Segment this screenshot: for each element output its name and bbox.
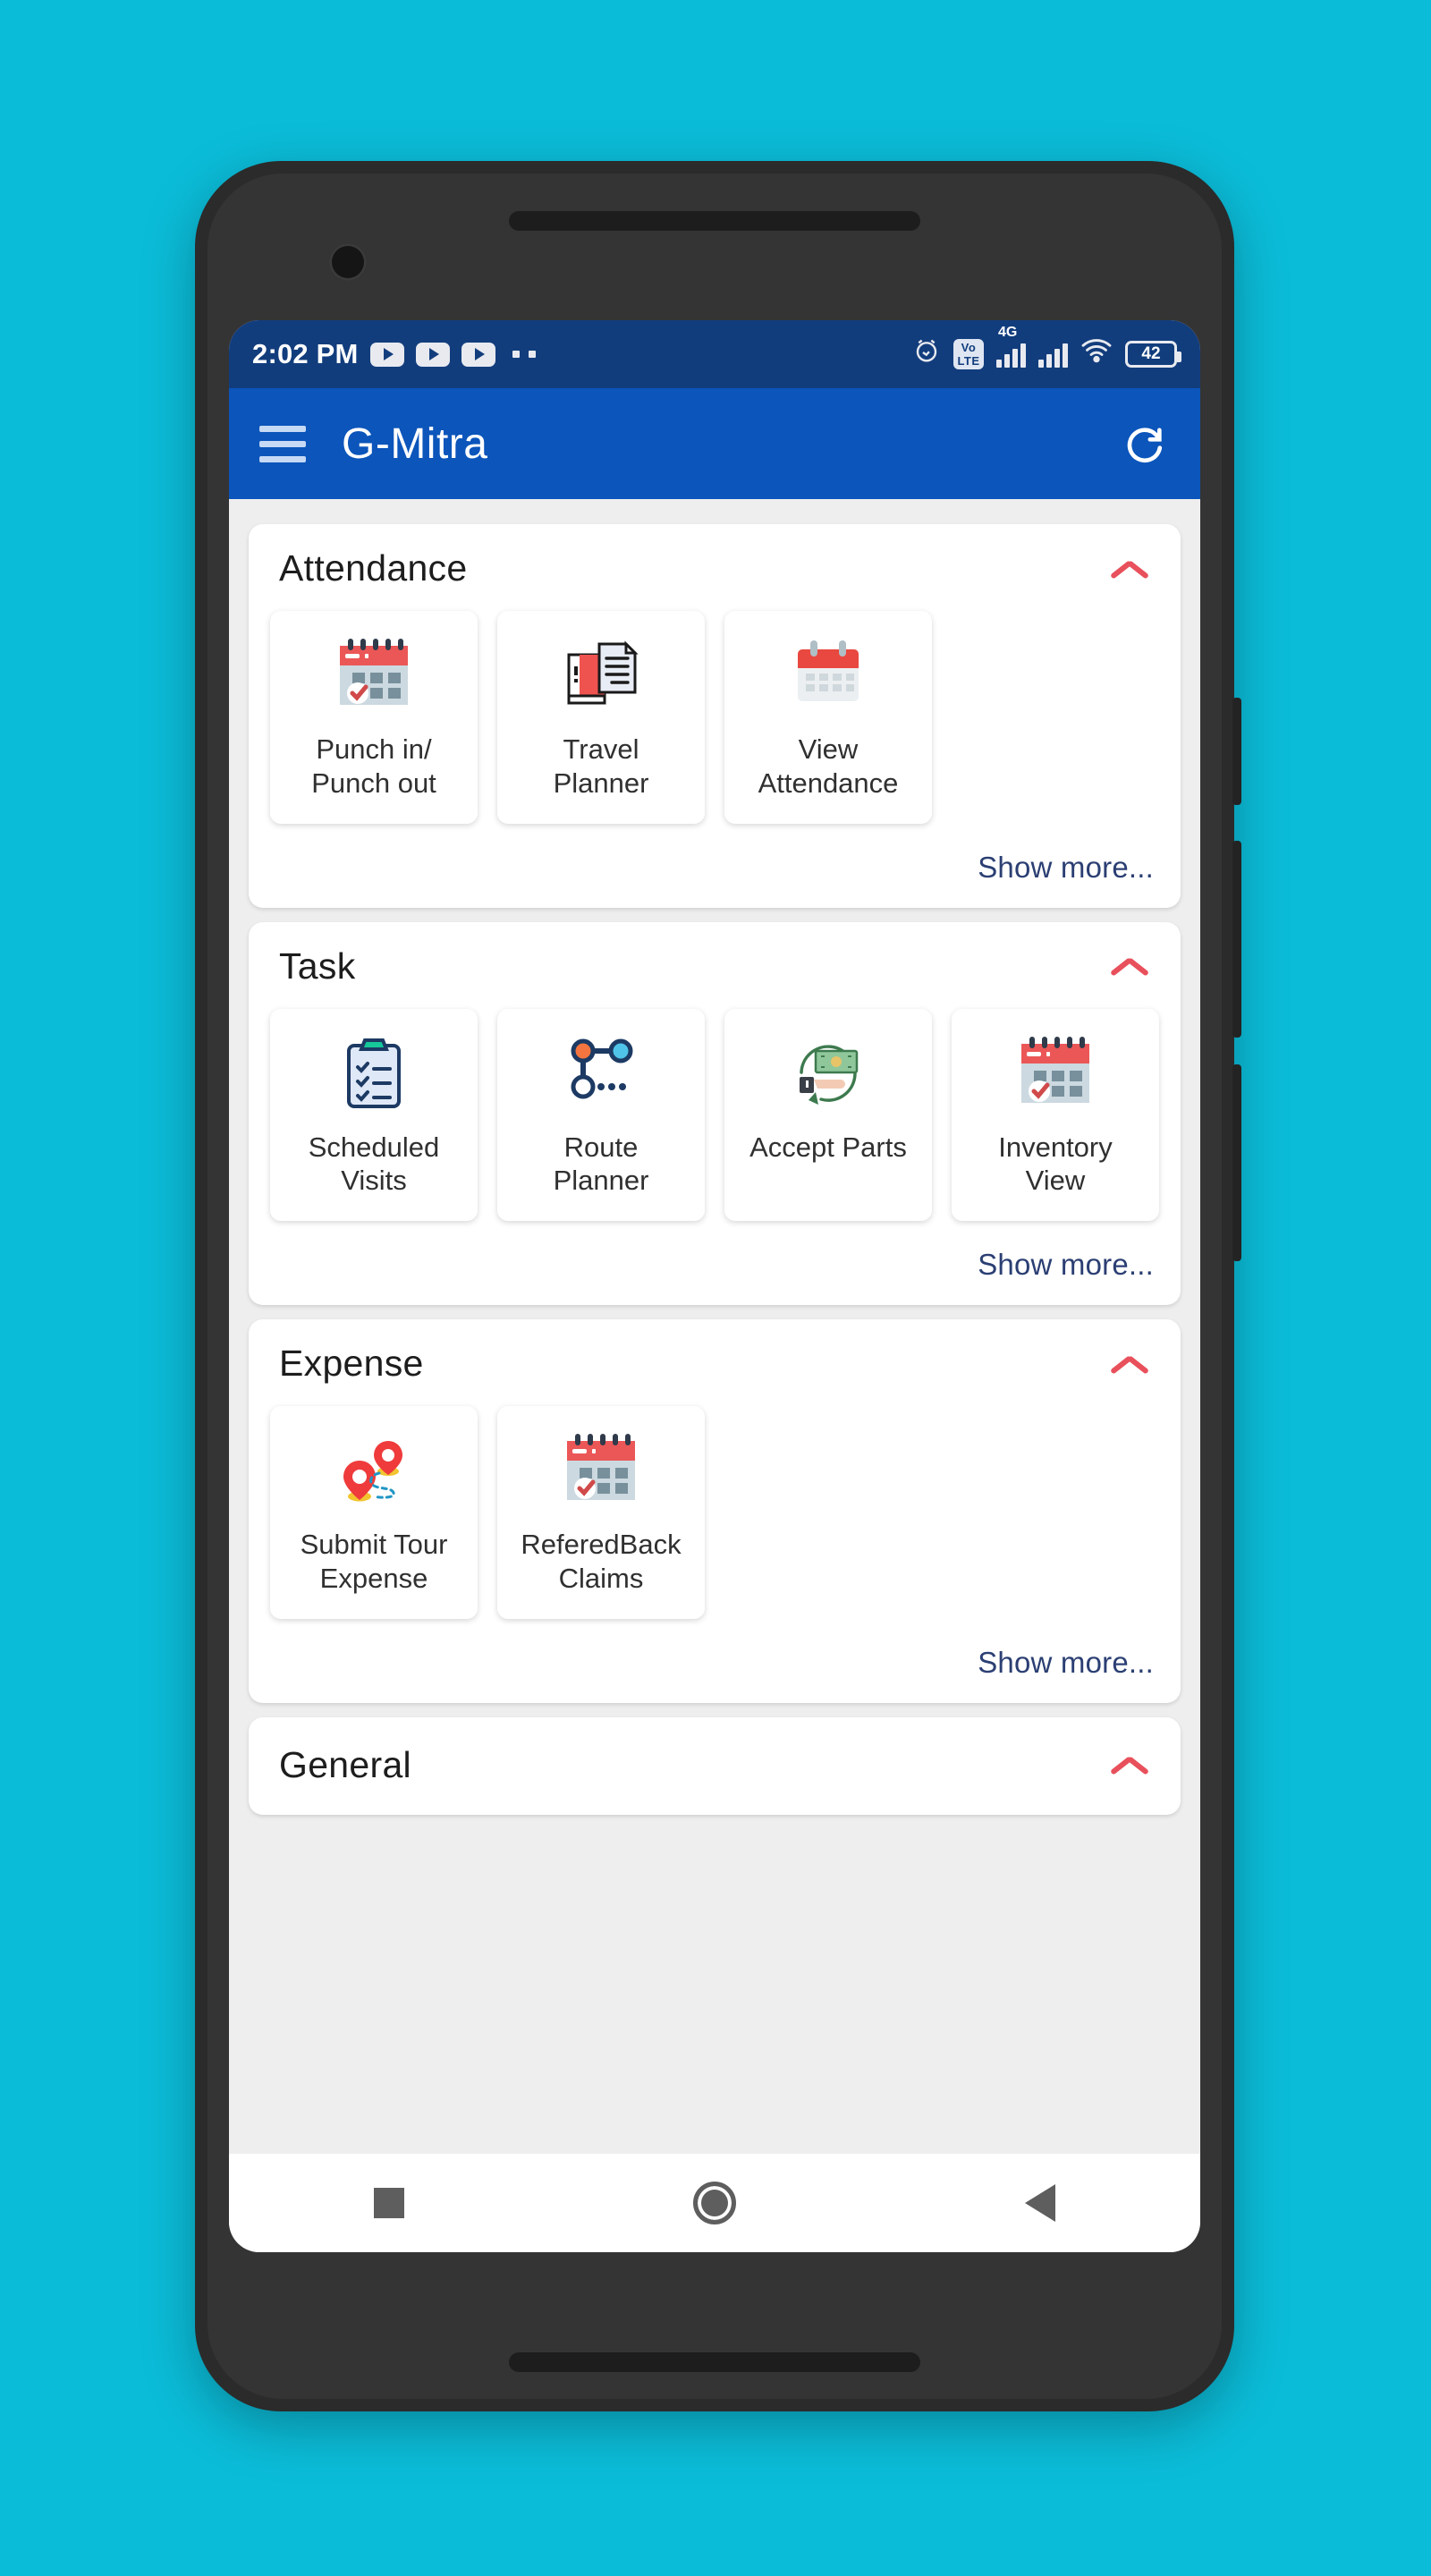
side-button-volume-down[interactable] [1232, 1064, 1241, 1261]
tile-label: Inventory View [998, 1131, 1113, 1197]
calendar-icon [782, 632, 875, 718]
tile-label: Travel Planner [553, 733, 649, 799]
circle-home-icon[interactable] [692, 2182, 736, 2224]
tile-label: View Attendance [758, 733, 899, 799]
tile-grid-task: Scheduled Visits Route Planner Accept Pa… [249, 996, 1181, 1222]
tile-label: Route Planner [553, 1131, 649, 1197]
wifi-icon [1080, 338, 1113, 370]
tile-label: ReferedBack Claims [521, 1529, 682, 1595]
phone-screen: 2:02 PM Vo LTE 4G 42 G-Mitra Attendance … [229, 320, 1200, 2252]
notification-overflow-dots [512, 351, 536, 358]
phone-device-frame: 2:02 PM Vo LTE 4G 42 G-Mitra Attendance … [195, 161, 1241, 2411]
show-more-row-attendance: Show more... [249, 824, 1181, 908]
bottom-speaker [509, 2352, 920, 2372]
show-more-link[interactable]: Show more... [978, 1646, 1154, 1680]
signal-bars-sim2-icon [1038, 341, 1068, 368]
tile-punch-in-punch-out[interactable]: Punch in/Punch out [270, 611, 478, 824]
show-more-link[interactable]: Show more... [978, 1248, 1154, 1282]
map-pins-route-icon [327, 1428, 420, 1513]
section-general: General [249, 1716, 1181, 1815]
section-header-general[interactable]: General [249, 1717, 1181, 1815]
tile-travel-planner[interactable]: Travel Planner [497, 611, 705, 824]
refresh-icon[interactable] [1120, 419, 1170, 469]
show-more-row-expense: Show more... [249, 1619, 1181, 1703]
tile-grid-attendance: Punch in/Punch out Travel Planner View A… [249, 598, 1181, 824]
app-bar: G-Mitra [229, 388, 1200, 499]
screenshot-stage: 2:02 PM Vo LTE 4G 42 G-Mitra Attendance … [0, 0, 1431, 2576]
alarm-clock-icon [912, 336, 941, 372]
tile-scheduled-visits[interactable]: Scheduled Visits [270, 1008, 478, 1222]
status-bar-right: Vo LTE 4G 42 [912, 325, 1181, 372]
show-more-link[interactable]: Show more... [978, 851, 1154, 885]
show-more-row-task: Show more... [249, 1221, 1181, 1305]
section-header-expense[interactable]: Expense [249, 1319, 1181, 1394]
chevron-up-icon[interactable] [1109, 1752, 1150, 1777]
section-task: Task Scheduled Visits Route Planner Acce… [249, 921, 1181, 1306]
tile-submit-tour-expense[interactable]: Submit Tour Expense [270, 1406, 478, 1619]
status-bar: 2:02 PM Vo LTE 4G 42 [229, 320, 1200, 388]
chevron-up-icon[interactable] [1109, 953, 1150, 979]
hamburger-menu-icon[interactable] [259, 425, 306, 462]
route-nodes-icon [555, 1030, 648, 1116]
status-bar-left: 2:02 PM [252, 338, 536, 370]
front-camera [329, 243, 367, 281]
calendar-check-icon [555, 1428, 648, 1513]
tile-view-attendance[interactable]: View Attendance [724, 611, 932, 824]
tile-referedback-claims[interactable]: ReferedBack Claims [497, 1406, 705, 1619]
earpiece-speaker [509, 211, 920, 231]
side-button-power[interactable] [1232, 698, 1241, 805]
clipboard-checklist-icon [327, 1030, 420, 1116]
tile-label: Scheduled Visits [308, 1131, 440, 1197]
tile-grid-expense: Submit Tour Expense ReferedBack Claims [249, 1394, 1181, 1619]
section-expense: Expense Submit Tour Expense ReferedBack … [249, 1319, 1181, 1703]
document-book-icon [555, 632, 648, 718]
tile-label: Accept Parts [749, 1131, 907, 1163]
section-title: Expense [279, 1343, 424, 1385]
section-title: Task [279, 945, 356, 987]
signal-bars-sim1-icon: 4G [996, 325, 1026, 368]
calendar-check-icon [1009, 1030, 1102, 1116]
youtube-play-icon [461, 342, 495, 367]
chevron-up-icon[interactable] [1109, 1352, 1150, 1377]
status-bar-clock: 2:02 PM [252, 338, 359, 369]
volte-icon: Vo LTE [953, 339, 984, 369]
section-header-task[interactable]: Task [249, 922, 1181, 996]
tile-route-planner[interactable]: Route Planner [497, 1008, 705, 1222]
calendar-check-icon [327, 632, 420, 718]
tile-accept-parts[interactable]: Accept Parts [724, 1008, 932, 1222]
dashboard-content: Attendance Punch in/ Punch out Travel Pl… [229, 499, 1200, 2091]
youtube-play-icon [369, 342, 404, 367]
section-header-attendance[interactable]: Attendance [249, 524, 1181, 598]
tile-label: Submit Tour Expense [300, 1529, 448, 1595]
android-navigation-bar [229, 2154, 1200, 2252]
youtube-play-icon [415, 342, 450, 367]
section-title: Attendance [279, 547, 468, 589]
section-attendance: Attendance Punch in/ Punch out Travel Pl… [249, 524, 1181, 908]
square-recents-icon[interactable] [373, 2188, 404, 2218]
chevron-up-icon[interactable] [1109, 556, 1150, 581]
side-button-volume-up[interactable] [1232, 841, 1241, 1038]
battery-indicator: 42 [1125, 341, 1181, 368]
triangle-back-icon[interactable] [1025, 2184, 1056, 2222]
section-title: General [279, 1743, 411, 1785]
tile-inventory-view[interactable]: Inventory View [952, 1008, 1159, 1222]
app-title: G-Mitra [342, 419, 488, 468]
hand-money-return-icon [782, 1030, 875, 1116]
tile-label: Punch in/Punch out [311, 733, 436, 799]
